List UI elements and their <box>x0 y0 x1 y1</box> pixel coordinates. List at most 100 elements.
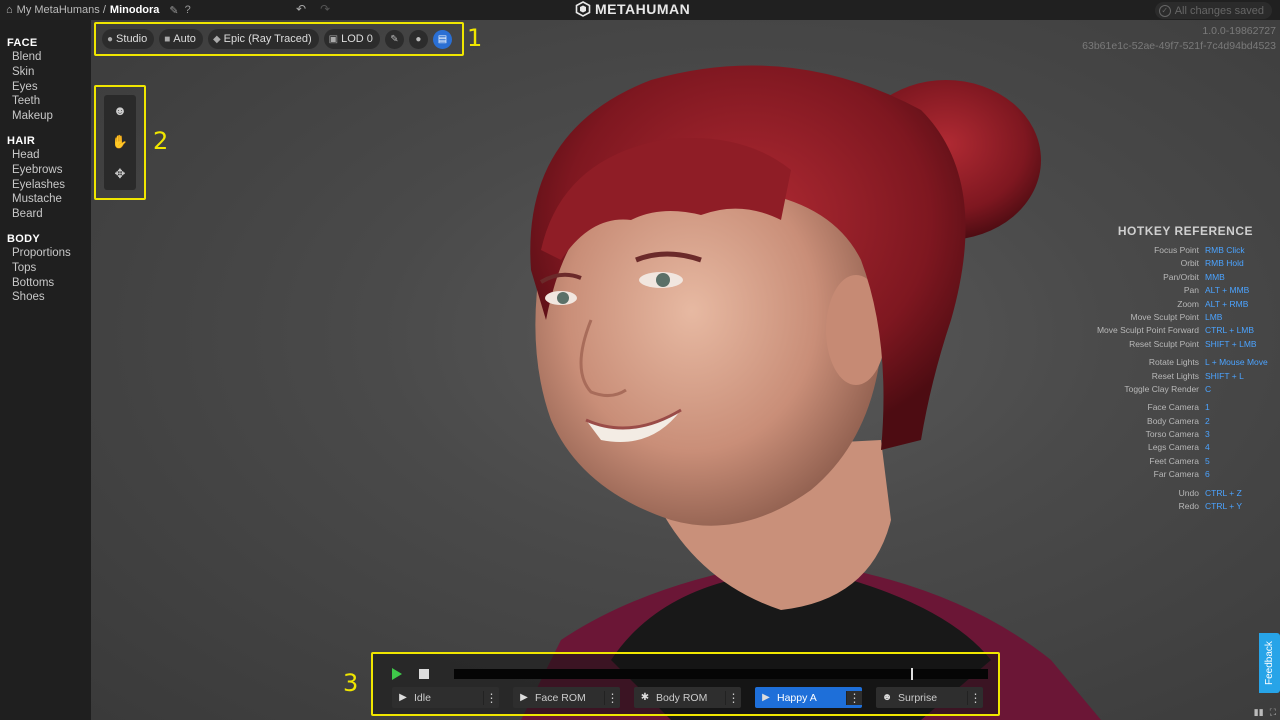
lighting-dropdown[interactable]: ● Studio <box>102 29 155 49</box>
lod-dropdown[interactable]: ▣ LOD 0 <box>323 29 380 49</box>
play-icon[interactable] <box>392 668 402 680</box>
edit-icon[interactable]: ✎ <box>169 4 178 17</box>
anim-idle[interactable]: ▶ Idle ⋮ <box>392 687 499 708</box>
more-options-icon[interactable]: ⋮ <box>725 690 741 705</box>
hotkey-label: Face Camera <box>1147 402 1200 413</box>
face-mode-icon[interactable]: ☻ <box>113 103 127 118</box>
help-icon[interactable]: ? <box>185 4 191 16</box>
timeline-playhead[interactable] <box>910 668 913 680</box>
stats-icon[interactable]: ▮▮ <box>1254 707 1264 718</box>
hotkey-label: Feet Camera <box>1149 455 1199 466</box>
hotkey-key: ALT + RMB <box>1205 298 1249 309</box>
hotkey-key: 2 <box>1205 415 1210 426</box>
project-name: Minodora <box>109 4 160 16</box>
save-status-text: All changes saved <box>1174 4 1264 17</box>
hotkey-label: Pan <box>1183 285 1199 296</box>
move-hand-icon[interactable]: ✋ <box>112 134 128 150</box>
hotkey-label: Legs Camera <box>1147 442 1199 453</box>
fullscreen-icon[interactable]: ⛶ <box>1270 707 1276 718</box>
camera-label: Auto <box>173 33 196 45</box>
anim-face-rom[interactable]: ▶ Face ROM ⋮ <box>513 687 620 708</box>
sidebar-item-eyes[interactable]: Eyes <box>0 80 91 95</box>
home-icon[interactable]: ⌂ <box>6 4 13 16</box>
hotkey-key: 1 <box>1205 402 1210 413</box>
hotkey-key: ALT + MMB <box>1205 285 1250 296</box>
check-icon: ✓ <box>1158 4 1171 17</box>
animation-player: ▶ Idle ⋮ ▶ Face ROM ⋮ ✱ Body ROM ⋮ ▶ Hap… <box>371 652 1000 716</box>
anim-body-rom[interactable]: ✱ Body ROM ⋮ <box>634 687 741 708</box>
sidebar-item-mustache[interactable]: Mustache <box>0 192 91 207</box>
more-options-icon[interactable]: ⋮ <box>604 690 620 705</box>
light-bulb-icon: ● <box>107 33 114 45</box>
hotkey-row: Focus Point RMB Click <box>1080 244 1280 257</box>
feedback-button[interactable]: Feedback <box>1259 633 1280 693</box>
hotkey-key: LMB <box>1205 311 1223 322</box>
hotkey-row: Zoom ALT + RMB <box>1080 298 1280 311</box>
brush-tool-button[interactable]: ✎ <box>384 29 404 49</box>
monitor-icon: ▤ <box>437 33 448 45</box>
hotkey-label: Focus Point <box>1154 245 1199 255</box>
hotkey-label: Reset Lights <box>1151 370 1199 381</box>
hotkey-row: Move Sculpt Point Forward CTRL + LMB <box>1080 324 1280 337</box>
sidebar-item-proportions[interactable]: Proportions <box>0 246 91 261</box>
top-bar: ⌂ My MetaHumans / Minodora ✎ ? ↶ ↷ METAH… <box>0 0 1280 20</box>
breadcrumb-home[interactable]: My MetaHumans / <box>17 4 106 16</box>
hotkey-row: Reset Lights SHIFT + L <box>1080 370 1280 383</box>
sidebar-item-beard[interactable]: Beard <box>0 207 91 222</box>
sidebar-item-blend[interactable]: Blend <box>0 50 91 65</box>
callout-3: 3 <box>343 669 359 697</box>
timeline-scrubber[interactable] <box>454 668 988 680</box>
hotkey-key: 6 <box>1205 469 1210 480</box>
more-options-icon[interactable]: ⋮ <box>483 690 499 705</box>
hotkey-label: Pan/Orbit <box>1163 271 1199 282</box>
anim-surprise[interactable]: ☻ Surprise ⋮ <box>876 687 983 708</box>
hotkey-row: Face Camera 1 <box>1080 401 1280 414</box>
sidebar-item-tops[interactable]: Tops <box>0 261 91 276</box>
stop-icon[interactable] <box>419 669 429 679</box>
more-options-icon[interactable]: ⋮ <box>846 690 862 705</box>
more-options-icon[interactable]: ⋮ <box>967 690 983 705</box>
hotkey-label: Toggle Clay Render <box>1124 383 1199 394</box>
save-status-badge: ✓ All changes saved <box>1154 2 1272 19</box>
hotkey-list: Focus Point RMB Click Orbit RMB Hold Pan/Orb… <box>1080 244 1280 513</box>
quality-dropdown[interactable]: ◆ Epic (Ray Traced) <box>207 29 319 49</box>
sidebar-section-body: BODY <box>7 232 40 245</box>
sidebar-item-shoes[interactable]: Shoes <box>0 290 91 305</box>
hotkey-row: Rotate Lights L + Mouse Move <box>1080 356 1280 369</box>
sidebar-item-eyelashes[interactable]: Eyelashes <box>0 178 91 193</box>
head-icon: ● <box>415 33 422 45</box>
hotkey-row: Feet Camera 5 <box>1080 455 1280 468</box>
lighting-label: Studio <box>116 33 148 45</box>
hotkey-label: Move Sculpt Point Forward <box>1096 325 1199 336</box>
hotkey-row: Pan ALT + MMB <box>1080 284 1280 297</box>
sidebar-item-makeup[interactable]: Makeup <box>0 109 91 124</box>
sidebar-item-bottoms[interactable]: Bottoms <box>0 276 91 291</box>
hotkey-label: Orbit <box>1180 258 1199 269</box>
hotkey-row: Move Sculpt Point LMB <box>1080 311 1280 324</box>
sidebar-item-head[interactable]: Head <box>0 148 91 163</box>
hotkey-row: Far Camera 6 <box>1080 468 1280 481</box>
anim-happy-a[interactable]: ▶ Happy A ⋮ <box>755 687 862 708</box>
sidebar-item-skin[interactable]: Skin <box>0 65 91 80</box>
breadcrumb: ⌂ My MetaHumans / Minodora ✎ ? <box>0 4 191 17</box>
redo-icon[interactable]: ↷ <box>320 2 330 16</box>
camera-dropdown[interactable]: ■ Auto <box>159 29 203 49</box>
hotkey-row: Pan/Orbit MMB <box>1080 271 1280 284</box>
render-mode-button[interactable]: ▤ <box>432 29 452 49</box>
clay-render-button[interactable]: ● <box>408 29 428 49</box>
brand-name: METAHUMAN <box>595 1 691 17</box>
sidebar-item-eyebrows[interactable]: Eyebrows <box>0 163 91 178</box>
hotkey-row: Toggle Clay Render C <box>1080 383 1280 396</box>
move-arrows-icon[interactable]: ✥ <box>115 166 126 182</box>
hotkey-reference: HOTKEY REFERENCE Focus Point RMB Click Orb… <box>1080 224 1280 513</box>
hotkey-row: Reset Sculpt Point SHIFT + LMB <box>1080 338 1280 351</box>
viewport-toolbar: ● Studio ■ Auto ◆ Epic (Ray Traced) ▣ LO… <box>94 22 464 56</box>
hotkey-row: Legs Camera 4 <box>1080 441 1280 454</box>
face-rom-icon: ▶ <box>520 692 528 703</box>
hotkey-title: HOTKEY REFERENCE <box>1117 224 1253 238</box>
sidebar-section-hair: HAIR <box>7 134 36 147</box>
surprise-icon: ☻ <box>881 692 893 703</box>
sidebar-item-teeth[interactable]: Teeth <box>0 94 91 109</box>
hotkey-key: 3 <box>1205 429 1210 440</box>
undo-icon[interactable]: ↶ <box>296 2 306 16</box>
